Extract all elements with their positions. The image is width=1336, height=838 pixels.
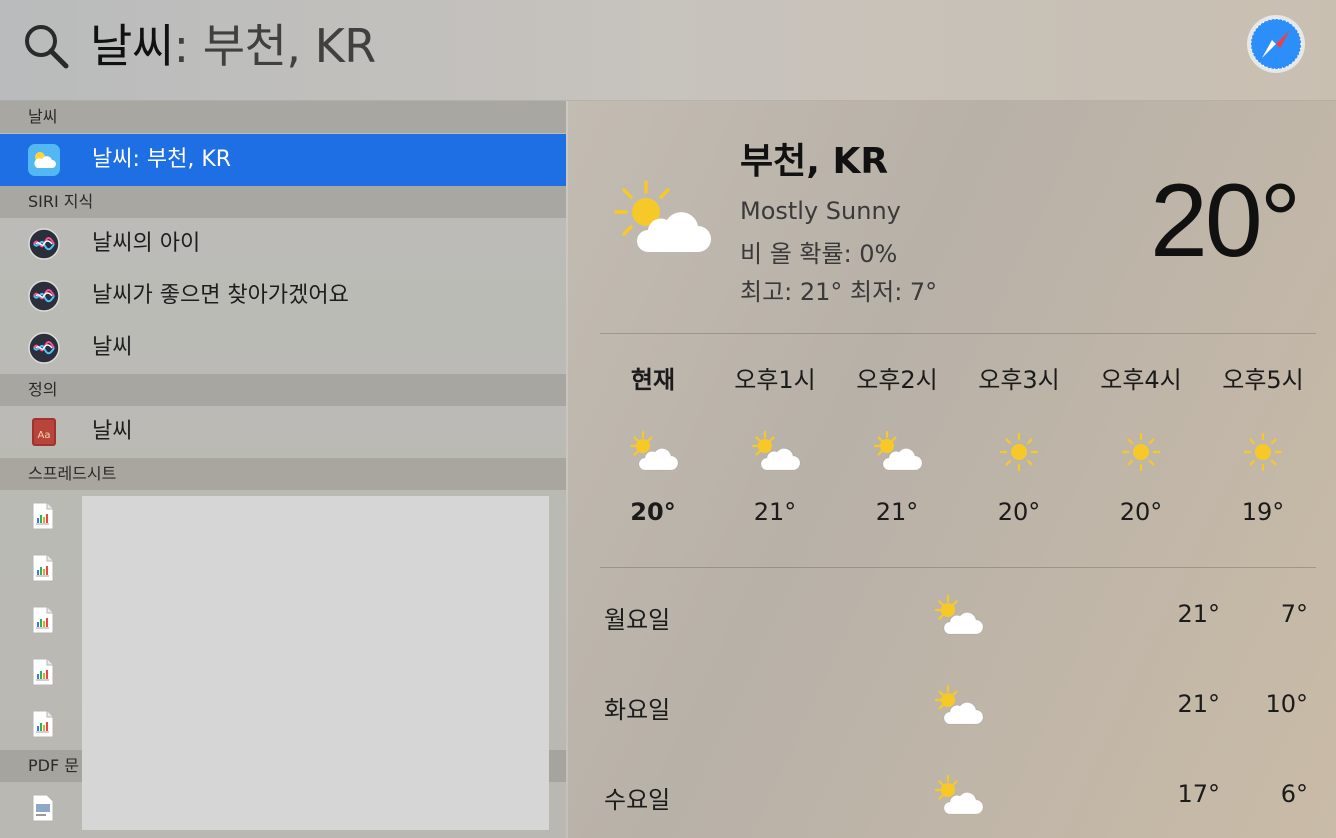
result-label: 날씨가 좋으면 찾아가겠어요 bbox=[92, 283, 349, 308]
hourly-forecast-item: 오후5시 19° bbox=[1202, 360, 1324, 526]
hour-temp: 19° bbox=[1241, 498, 1285, 526]
section-header-spreadsheets: 스프레드시트 bbox=[0, 458, 566, 490]
section-header-siri: SIRI 지식 bbox=[0, 186, 566, 218]
search-input[interactable]: 날씨: 부천, KR bbox=[90, 14, 376, 78]
hour-label: 오후1시 bbox=[734, 366, 816, 394]
partly-sunny-icon bbox=[614, 180, 711, 252]
redacted-region bbox=[82, 496, 549, 830]
result-label: 날씨의 아이 bbox=[92, 231, 201, 256]
spreadsheet-file-icon bbox=[32, 710, 54, 738]
spreadsheet-file-icon bbox=[32, 606, 54, 634]
section-header-definition: 정의 bbox=[0, 374, 566, 406]
search-typed-text: 날씨 bbox=[90, 19, 174, 73]
sun-icon bbox=[1237, 430, 1289, 474]
weather-city: 부천, KR bbox=[740, 141, 889, 182]
result-definition[interactable]: Aa 날씨 bbox=[0, 406, 566, 458]
sun-icon bbox=[993, 430, 1045, 474]
day-label: 월요일 bbox=[604, 606, 671, 634]
search-completion-text: : 부천, KR bbox=[173, 19, 377, 73]
section-header-weather: 날씨 bbox=[0, 101, 566, 133]
result-siri-3[interactable]: 날씨 bbox=[0, 322, 566, 374]
hour-label: 오후2시 bbox=[856, 366, 938, 394]
result-weather-bucheon[interactable]: 날씨: 부천, KR bbox=[0, 134, 566, 186]
safari-icon[interactable] bbox=[1246, 14, 1306, 74]
sun-icon bbox=[1115, 430, 1167, 474]
result-siri-1[interactable]: 날씨의 아이 bbox=[0, 218, 566, 270]
day-label: 화요일 bbox=[604, 696, 671, 724]
daily-forecast-row: 월요일 21° 7° bbox=[600, 590, 1316, 650]
spotlight-search-bar[interactable]: 날씨: 부천, KR bbox=[0, 0, 1336, 101]
search-icon bbox=[25, 25, 69, 69]
result-siri-2[interactable]: 날씨가 좋으면 찾아가겠어요 bbox=[0, 270, 566, 322]
svg-text:Aa: Aa bbox=[38, 430, 51, 441]
daily-forecast-row: 화요일 21° 10° bbox=[600, 680, 1316, 740]
hour-temp: 21° bbox=[753, 498, 797, 526]
spreadsheet-file-icon bbox=[32, 658, 54, 686]
day-low: 6° bbox=[1280, 780, 1308, 808]
partly-sunny-icon bbox=[749, 430, 801, 474]
result-label: 날씨: 부천, KR bbox=[92, 147, 232, 172]
pdf-file-icon bbox=[32, 794, 54, 822]
day-high: 17° bbox=[1177, 780, 1220, 808]
hour-temp: 20° bbox=[630, 498, 676, 526]
hourly-forecast-item: 오후3시 20° bbox=[958, 360, 1080, 526]
hour-temp: 20° bbox=[1119, 498, 1163, 526]
current-temperature: 20° bbox=[1150, 163, 1301, 279]
divider-line bbox=[600, 567, 1316, 568]
hour-temp: 20° bbox=[997, 498, 1041, 526]
partly-sunny-icon bbox=[871, 430, 923, 474]
day-low: 7° bbox=[1280, 600, 1308, 628]
weather-rain-chance: 비 올 확률: 0% bbox=[740, 240, 898, 268]
hour-label: 현재 bbox=[630, 366, 676, 394]
siri-icon bbox=[28, 280, 60, 312]
partly-sunny-icon bbox=[932, 774, 984, 818]
day-label: 수요일 bbox=[604, 786, 671, 814]
partly-sunny-icon bbox=[932, 684, 984, 728]
hour-label: 오후5시 bbox=[1222, 366, 1304, 394]
partly-sunny-icon bbox=[627, 430, 679, 474]
hourly-forecast-item: 오후4시 20° bbox=[1080, 360, 1202, 526]
day-low: 10° bbox=[1265, 690, 1308, 718]
hour-label: 오후4시 bbox=[1100, 366, 1182, 394]
result-label: 날씨 bbox=[92, 419, 133, 444]
hourly-forecast-item: 오후2시 21° bbox=[836, 360, 958, 526]
weather-condition: Mostly Sunny bbox=[740, 197, 901, 225]
result-label: 날씨 bbox=[92, 335, 133, 360]
day-high: 21° bbox=[1177, 690, 1220, 718]
daily-forecast-row: 수요일 17° 6° bbox=[600, 770, 1316, 830]
day-high: 21° bbox=[1177, 600, 1220, 628]
hour-label: 오후3시 bbox=[978, 366, 1060, 394]
partly-sunny-icon bbox=[932, 594, 984, 638]
divider-line bbox=[600, 333, 1316, 334]
weather-app-icon bbox=[28, 144, 60, 176]
spreadsheet-file-icon bbox=[32, 554, 54, 582]
weather-hi-lo: 최고: 21° 최저: 7° bbox=[740, 278, 938, 306]
dictionary-icon: Aa bbox=[32, 418, 56, 446]
hour-temp: 21° bbox=[875, 498, 919, 526]
hourly-forecast-item: 오후1시 21° bbox=[714, 360, 836, 526]
spreadsheet-file-icon bbox=[32, 502, 54, 530]
hourly-forecast-item: 현재 20° bbox=[592, 360, 714, 526]
siri-icon bbox=[28, 332, 60, 364]
siri-icon bbox=[28, 228, 60, 260]
